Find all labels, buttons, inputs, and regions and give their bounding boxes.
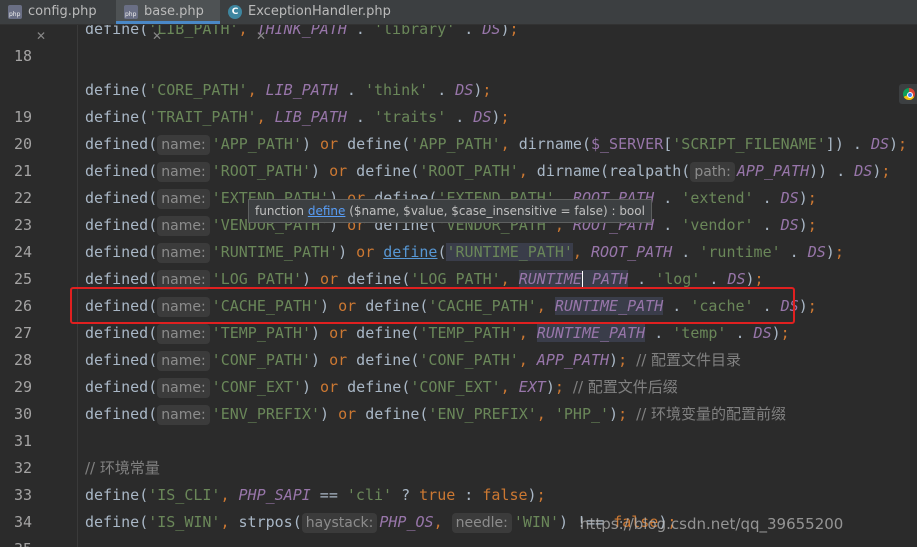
code-text: defined(name: 'CONF_PATH') or define('CON… [85,351,742,371]
tab-config-php[interactable]: config.php ✕ [0,0,116,43]
php-file-icon [8,5,22,19]
code-text: defined(name: 'APP_PATH') or define('APP_… [85,135,908,155]
line-number: 35 [0,536,32,547]
code-line[interactable]: 19 define('CORE_PATH', LIB_PATH . 'think… [0,77,917,126]
tab-base-php[interactable]: base.php ✕ [116,0,220,43]
code-text: defined(name: 'ROOT_PATH') or define('ROO… [85,162,891,182]
code-text: defined(name: 'ENV_PREFIX') or define('EN… [85,405,787,425]
code-text: define('CORE_PATH', LIB_PATH . 'think' .… [85,81,492,99]
highlight-box [70,287,795,324]
text-cursor [581,270,583,289]
code-text: defined(name: 'RUNTIME_PATH') or define('… [85,243,844,263]
code-line[interactable]: 34 define('IS_CLI', PHP_SAPI == 'cli' ? … [0,482,917,531]
code-text: define('LIB_PATH', THINK_PATH . 'library… [85,25,519,38]
watermark: https://blog.csdn.net/qq_39655200 [580,515,844,533]
code-line[interactable]: 33 // 环境常量 [0,455,917,504]
chrome-browser-icon[interactable] [899,84,917,104]
code-line[interactable]: 21 defined(name: 'APP_PATH') or define('A… [0,131,917,180]
code-line[interactable]: 20 define('TRAIT_PATH', LIB_PATH . 'trai… [0,104,917,153]
code-text: defined(name: 'CONF_EXT') or define('CONF… [85,378,678,398]
code-line[interactable]: 18 define('LIB_PATH', THINK_PATH . 'libr… [0,25,917,65]
code-text: define('TRAIT_PATH', LIB_PATH . 'traits'… [85,108,510,126]
code-line[interactable]: 29 defined(name: 'CONF_PATH') or define('… [0,347,917,396]
code-line[interactable]: 22 defined(name: 'ROOT_PATH') or define('… [0,158,917,207]
tooltip-function-link[interactable]: define [308,204,346,218]
code-line[interactable]: 28 defined(name: 'TEMP_PATH') or define('… [0,320,917,369]
line-number: 18 [13,47,32,65]
code-line[interactable]: 32 [0,428,917,477]
editor-tab-bar: config.php ✕ base.php ✕ C ExceptionHandl… [0,0,917,43]
code-text: defined(name: 'TEMP_PATH') or define('TEM… [85,324,790,344]
code-line[interactable]: 31 defined(name: 'ENV_PREFIX') or define(… [0,401,917,450]
code-text: // 环境常量 [85,459,160,477]
tab-exceptionhandler-php[interactable]: C ExceptionHandler.php ✕ [220,0,400,43]
class-file-icon: C [228,5,242,19]
function-signature-tooltip: function define ($name, $value, $case_in… [248,199,652,223]
code-line[interactable]: 25 defined(name: 'RUNTIME_PATH') or defin… [0,239,917,288]
php-file-icon [124,5,138,19]
code-editor[interactable]: 18 define('LIB_PATH', THINK_PATH . 'libr… [0,25,917,547]
code-text: define('IS_CLI', PHP_SAPI == 'cli' ? tru… [85,486,546,504]
code-line[interactable]: 30 defined(name: 'CONF_EXT') or define('C… [0,374,917,423]
